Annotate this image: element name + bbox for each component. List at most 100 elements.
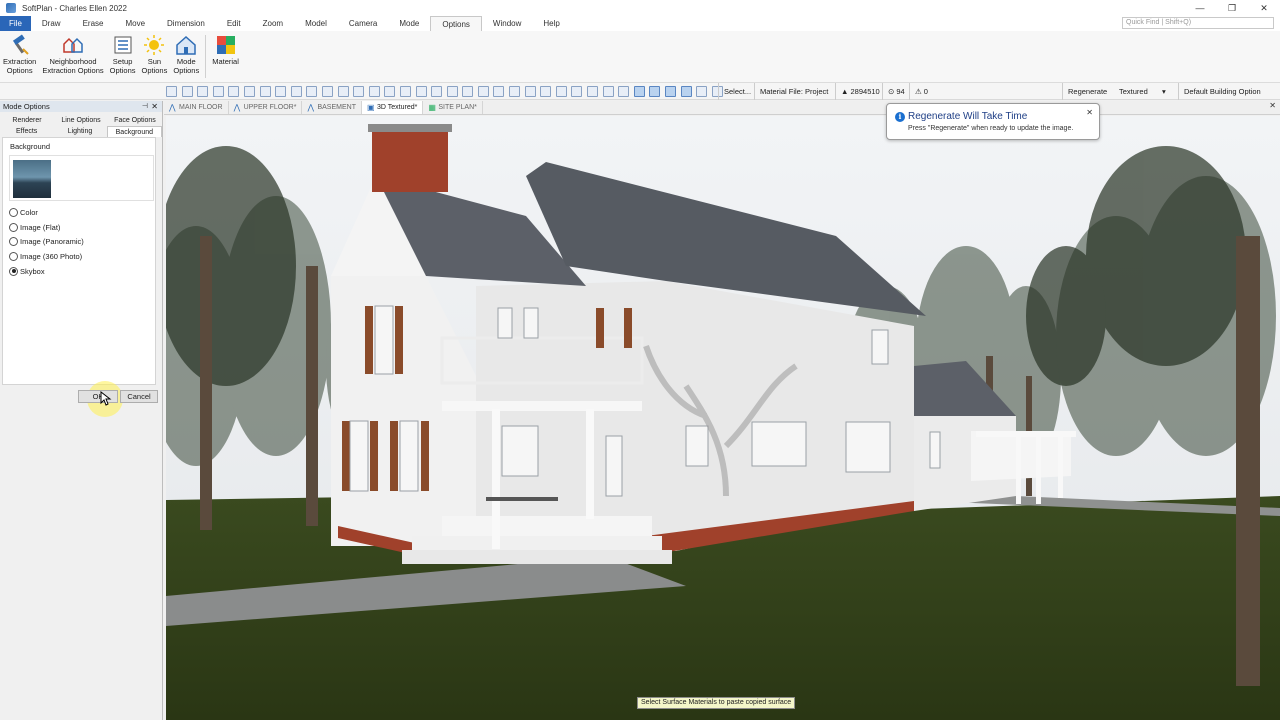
walk-icon[interactable] — [368, 85, 380, 97]
tab-site-plan[interactable]: ▦ SITE PLAN* — [423, 101, 483, 114]
skybox-thumbnail[interactable] — [13, 160, 51, 198]
ok-button[interactable]: OK — [78, 390, 118, 403]
tab-background[interactable]: Background — [106, 126, 162, 137]
close-icon[interactable]: ✕ — [151, 101, 158, 112]
menu-erase[interactable]: Erase — [72, 16, 115, 31]
menu-help[interactable]: Help — [532, 16, 570, 31]
menu-model[interactable]: Model — [294, 16, 338, 31]
close-view-icon[interactable]: ✕ — [1269, 101, 1276, 110]
orbit-icon[interactable] — [353, 85, 365, 97]
text-b-icon[interactable] — [649, 85, 661, 97]
tab-lighting[interactable]: Lighting — [53, 126, 106, 137]
camera-icon[interactable] — [321, 85, 333, 97]
menu-file[interactable]: File — [0, 16, 31, 31]
menu-bar: File Draw Erase Move Dimension Edit Zoom… — [0, 16, 1280, 31]
move-icon[interactable] — [384, 85, 396, 97]
zoom-extents-icon[interactable] — [602, 85, 614, 97]
info-icon: i — [895, 112, 905, 122]
close-icon[interactable]: ✕ — [1086, 108, 1093, 117]
tab-face-options[interactable]: Face Options — [108, 115, 162, 126]
menu-mode[interactable]: Mode — [388, 16, 430, 31]
option-image-flat[interactable]: Image (Flat) — [3, 220, 155, 235]
menu-window[interactable]: Window — [482, 16, 532, 31]
menu-options[interactable]: Options — [430, 16, 482, 31]
tabs-row-1: Renderer Line Options Face Options — [0, 115, 162, 126]
option-image-360[interactable]: Image (360 Photo) — [3, 249, 155, 264]
save-icon[interactable] — [197, 85, 209, 97]
menu-move[interactable]: Move — [114, 16, 156, 31]
site-plan-icon: ▦ — [428, 102, 436, 112]
paste-icon[interactable] — [306, 85, 318, 97]
tab-3d-textured[interactable]: ▣ 3D Textured* — [361, 101, 424, 114]
tab-main-floor[interactable]: ⋀ MAIN FLOOR — [164, 101, 229, 114]
material-button[interactable]: Material — [209, 31, 242, 82]
tab-effects[interactable]: Effects — [0, 126, 53, 137]
render-mode-select[interactable]: Textured — [1119, 83, 1148, 100]
option-skybox[interactable]: Skybox — [3, 264, 155, 279]
setup-options-button[interactable]: Setup Options — [107, 31, 139, 82]
building-option-select[interactable]: Default Building Option — [1178, 83, 1261, 100]
undo-icon[interactable] — [446, 85, 458, 97]
menu-draw[interactable]: Draw — [31, 16, 72, 31]
copy-icon[interactable] — [290, 85, 302, 97]
chevron-down-icon[interactable]: ▾ — [1162, 83, 1166, 100]
3d-viewport[interactable] — [166, 116, 1280, 720]
option-image-panoramic[interactable]: Image (Panoramic) — [3, 234, 155, 249]
plot-icon[interactable] — [259, 85, 271, 97]
zoom-in-icon[interactable] — [571, 85, 583, 97]
neighborhood-extraction-options-button[interactable]: Neighborhood Extraction Options — [39, 31, 106, 82]
hammer-icon — [8, 33, 32, 57]
radio-skybox[interactable] — [9, 266, 18, 276]
select-button[interactable]: Select... — [718, 83, 751, 100]
menu-dimension[interactable]: Dimension — [156, 16, 216, 31]
mirror-icon[interactable] — [431, 85, 443, 97]
print-icon[interactable] — [228, 85, 240, 97]
pan-icon[interactable] — [493, 85, 505, 97]
ortho-icon[interactable] — [680, 85, 692, 97]
snap-icon[interactable] — [665, 85, 676, 97]
render-icon[interactable] — [337, 85, 349, 97]
layers-icon[interactable] — [540, 85, 552, 97]
highlight-icon[interactable] — [696, 85, 708, 97]
paint-icon[interactable] — [524, 85, 536, 97]
tab-line-options[interactable]: Line Options — [54, 115, 108, 126]
zoom-out-icon[interactable] — [587, 85, 599, 97]
minimize-button[interactable]: — — [1184, 0, 1216, 16]
material-picker-icon[interactable] — [509, 85, 521, 97]
radio-color[interactable] — [9, 207, 18, 217]
menu-edit[interactable]: Edit — [216, 16, 252, 31]
export-icon[interactable] — [275, 85, 287, 97]
sun-options-button[interactable]: Sun Options — [139, 31, 171, 82]
quick-find-input[interactable]: Quick Find | Shift+Q) — [1122, 17, 1274, 29]
fit-icon[interactable] — [618, 85, 630, 97]
radio-image-360[interactable] — [9, 251, 18, 261]
print-preview-icon[interactable] — [243, 85, 255, 97]
pin-icon[interactable]: ⊣ — [142, 101, 148, 112]
options-ribbon: Extraction Options Neighborhood Extracti… — [0, 31, 1280, 83]
mode-options-button[interactable]: Mode Options — [170, 31, 202, 82]
regenerate-button[interactable]: Regenerate — [1062, 83, 1107, 100]
save-all-icon[interactable] — [212, 85, 224, 97]
close-window-button[interactable]: ✕ — [1248, 0, 1280, 16]
menu-zoom[interactable]: Zoom — [252, 16, 294, 31]
tab-upper-floor[interactable]: ⋀ UPPER FLOOR* — [229, 101, 303, 114]
text-a-icon[interactable] — [633, 85, 645, 97]
cancel-button[interactable]: Cancel — [120, 390, 158, 403]
cube-icon: ▣ — [366, 102, 375, 112]
stretch-icon[interactable] — [399, 85, 411, 97]
floor-plan-icon: ⋀ — [307, 102, 315, 112]
zoom-window-icon[interactable] — [477, 85, 489, 97]
radio-image-flat[interactable] — [9, 222, 18, 232]
grid-icon[interactable] — [555, 85, 567, 97]
extraction-options-button[interactable]: Extraction Options — [0, 31, 39, 82]
tab-renderer[interactable]: Renderer — [0, 115, 54, 126]
open-file-icon[interactable] — [181, 85, 193, 97]
option-color[interactable]: Color — [3, 205, 155, 220]
menu-camera[interactable]: Camera — [338, 16, 388, 31]
new-file-icon[interactable] — [166, 85, 177, 97]
maximize-button[interactable]: ❐ — [1216, 0, 1248, 16]
radio-image-panoramic[interactable] — [9, 237, 18, 247]
tab-basement[interactable]: ⋀ BASEMENT — [302, 101, 362, 114]
rotate-icon[interactable] — [415, 85, 427, 97]
redo-icon[interactable] — [462, 85, 474, 97]
